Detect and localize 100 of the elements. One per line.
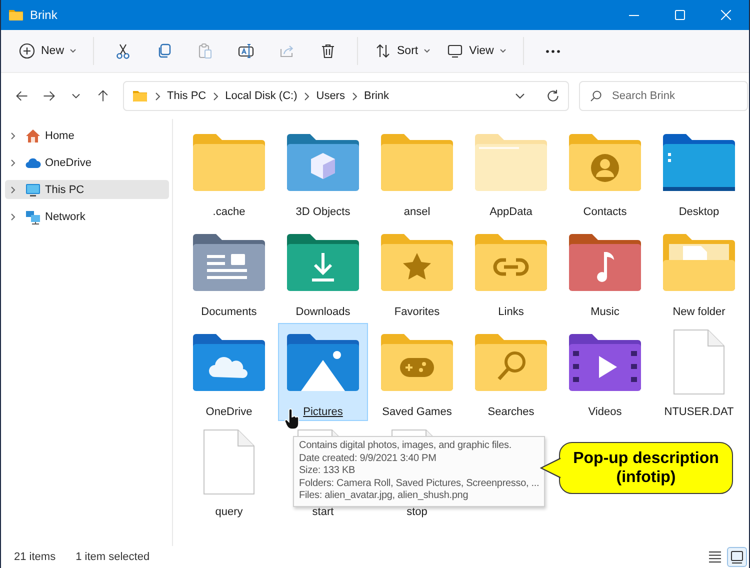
folder-icon: [381, 133, 453, 193]
folder-icon: [8, 7, 24, 23]
nav-item[interactable]: Network: [5, 207, 169, 226]
search-folder-icon: [475, 333, 547, 393]
file-item[interactable]: NTUSER.DAT: [654, 323, 744, 421]
folder-item[interactable]: Links: [466, 223, 556, 321]
maximize-icon: [675, 10, 685, 20]
folder-item[interactable]: Contacts: [560, 123, 650, 221]
folder-icon: [132, 88, 148, 104]
search-icon: [590, 90, 602, 102]
file-name: Desktop: [678, 206, 720, 219]
arrow-right-icon: [42, 89, 56, 103]
file-name: 3D Objects: [296, 206, 350, 219]
infotip-line: Folders: Camera Roll, Saved Pictures, Screenpresso, ...: [299, 478, 540, 490]
folder-item[interactable]: Music: [560, 223, 650, 321]
infotip-line: Size: 133 KB: [299, 465, 356, 478]
star-folder-icon: [381, 233, 453, 293]
link-folder-icon: [475, 233, 547, 293]
file-name: Music: [590, 306, 620, 319]
large-icons-view-button[interactable]: [727, 547, 747, 567]
person-folder-icon: [569, 133, 641, 193]
large-icons-view-icon: [729, 549, 745, 565]
selection-count: 1 item selected: [76, 551, 150, 563]
rename-icon: [238, 43, 254, 59]
folder-item[interactable]: Desktop: [654, 123, 744, 221]
file-item[interactable]: query: [184, 423, 274, 521]
chevron-right-icon: [8, 184, 18, 194]
chevron-right-icon: [8, 130, 18, 140]
file-icon: [673, 329, 725, 395]
share-icon: [279, 43, 296, 59]
file-name: Documents: [201, 306, 257, 319]
sort-icon: [375, 43, 392, 59]
window-title: Brink: [30, 8, 58, 22]
chevron-right-icon: [303, 92, 310, 100]
monitor-icon: [25, 182, 41, 198]
download-folder-icon: [287, 233, 359, 293]
hand-cursor-icon: [284, 408, 300, 430]
file-name: start: [312, 506, 334, 519]
folder-item[interactable]: Downloads: [278, 223, 368, 321]
close-icon: [721, 10, 731, 20]
chevron-right-icon: [350, 92, 358, 100]
file-name: Pictures: [303, 406, 343, 419]
view-button[interactable]: View: [441, 36, 512, 66]
folder-item[interactable]: New folder: [654, 223, 744, 321]
folder-icon: [663, 133, 735, 193]
file-name: Videos: [588, 406, 622, 419]
folder-item[interactable]: 3D Objects: [278, 123, 368, 221]
nav-item[interactable]: This PC: [5, 180, 169, 199]
file-name: .cache: [212, 206, 246, 219]
nav-item[interactable]: Home: [5, 126, 169, 145]
chevron-right-icon: [212, 92, 220, 100]
breadcrumb[interactable]: This PC: [167, 90, 206, 102]
folder-icon: [193, 133, 265, 193]
cube-folder-icon: [287, 133, 359, 193]
folder-item[interactable]: AppData: [466, 123, 556, 221]
scissors-icon: [115, 43, 132, 59]
music-folder-icon: [569, 233, 641, 293]
document-folder-icon: [193, 233, 265, 293]
folder-item[interactable]: Videos: [560, 323, 650, 421]
callout-text: Pop-up description (infotip): [572, 449, 720, 487]
folder-item[interactable]: Favorites: [372, 223, 462, 321]
file-name: Contacts: [583, 206, 627, 219]
file-name: Saved Games: [382, 406, 452, 419]
file-name: Favorites: [394, 306, 440, 319]
video-folder-icon: [569, 333, 641, 393]
chevron-right-icon: [154, 92, 161, 100]
refresh-icon[interactable]: [546, 89, 560, 103]
folder-item[interactable]: Documents: [184, 223, 274, 321]
clipboard-icon: [197, 43, 214, 59]
house-icon: [25, 128, 41, 144]
sort-button[interactable]: Sort: [369, 36, 436, 66]
breadcrumb[interactable]: Users: [316, 90, 345, 102]
search-field[interactable]: Search Brink: [579, 81, 748, 111]
folder-item[interactable]: OneDrive: [184, 323, 274, 421]
infotip-line: Contains digital photos, images, and graphic files.: [299, 440, 512, 453]
file-name: ansel: [404, 206, 430, 219]
monitor-icon: [447, 43, 464, 59]
new-button[interactable]: New: [13, 36, 82, 66]
folder-item[interactable]: Saved Games: [372, 323, 462, 421]
cloud-folder-icon: [193, 333, 265, 393]
folder-item[interactable]: Searches: [466, 323, 556, 421]
nav-item[interactable]: OneDrive: [5, 153, 169, 172]
folder-item[interactable]: .cache: [184, 123, 274, 221]
arrow-up-icon: [96, 89, 110, 103]
breadcrumb[interactable]: Brink: [364, 90, 390, 102]
item-count: 21 items: [14, 551, 56, 563]
file-name: stop: [406, 506, 428, 519]
more-icon: [546, 50, 560, 52]
breadcrumb[interactable]: Local Disk (C:): [225, 90, 298, 102]
trash-icon: [320, 43, 336, 59]
plus-circle-icon: [19, 43, 35, 59]
file-icon: [203, 429, 255, 495]
chevron-right-icon: [8, 212, 18, 222]
file-name: Downloads: [296, 306, 350, 319]
file-name: AppData: [490, 206, 532, 219]
file-name: OneDrive: [206, 406, 252, 419]
copy-icon: [156, 43, 172, 59]
address-bar[interactable]: This PC Local Disk (C:) Users Brink: [123, 81, 569, 111]
folder-item[interactable]: ansel: [372, 123, 462, 221]
file-name: New folder: [672, 306, 726, 319]
